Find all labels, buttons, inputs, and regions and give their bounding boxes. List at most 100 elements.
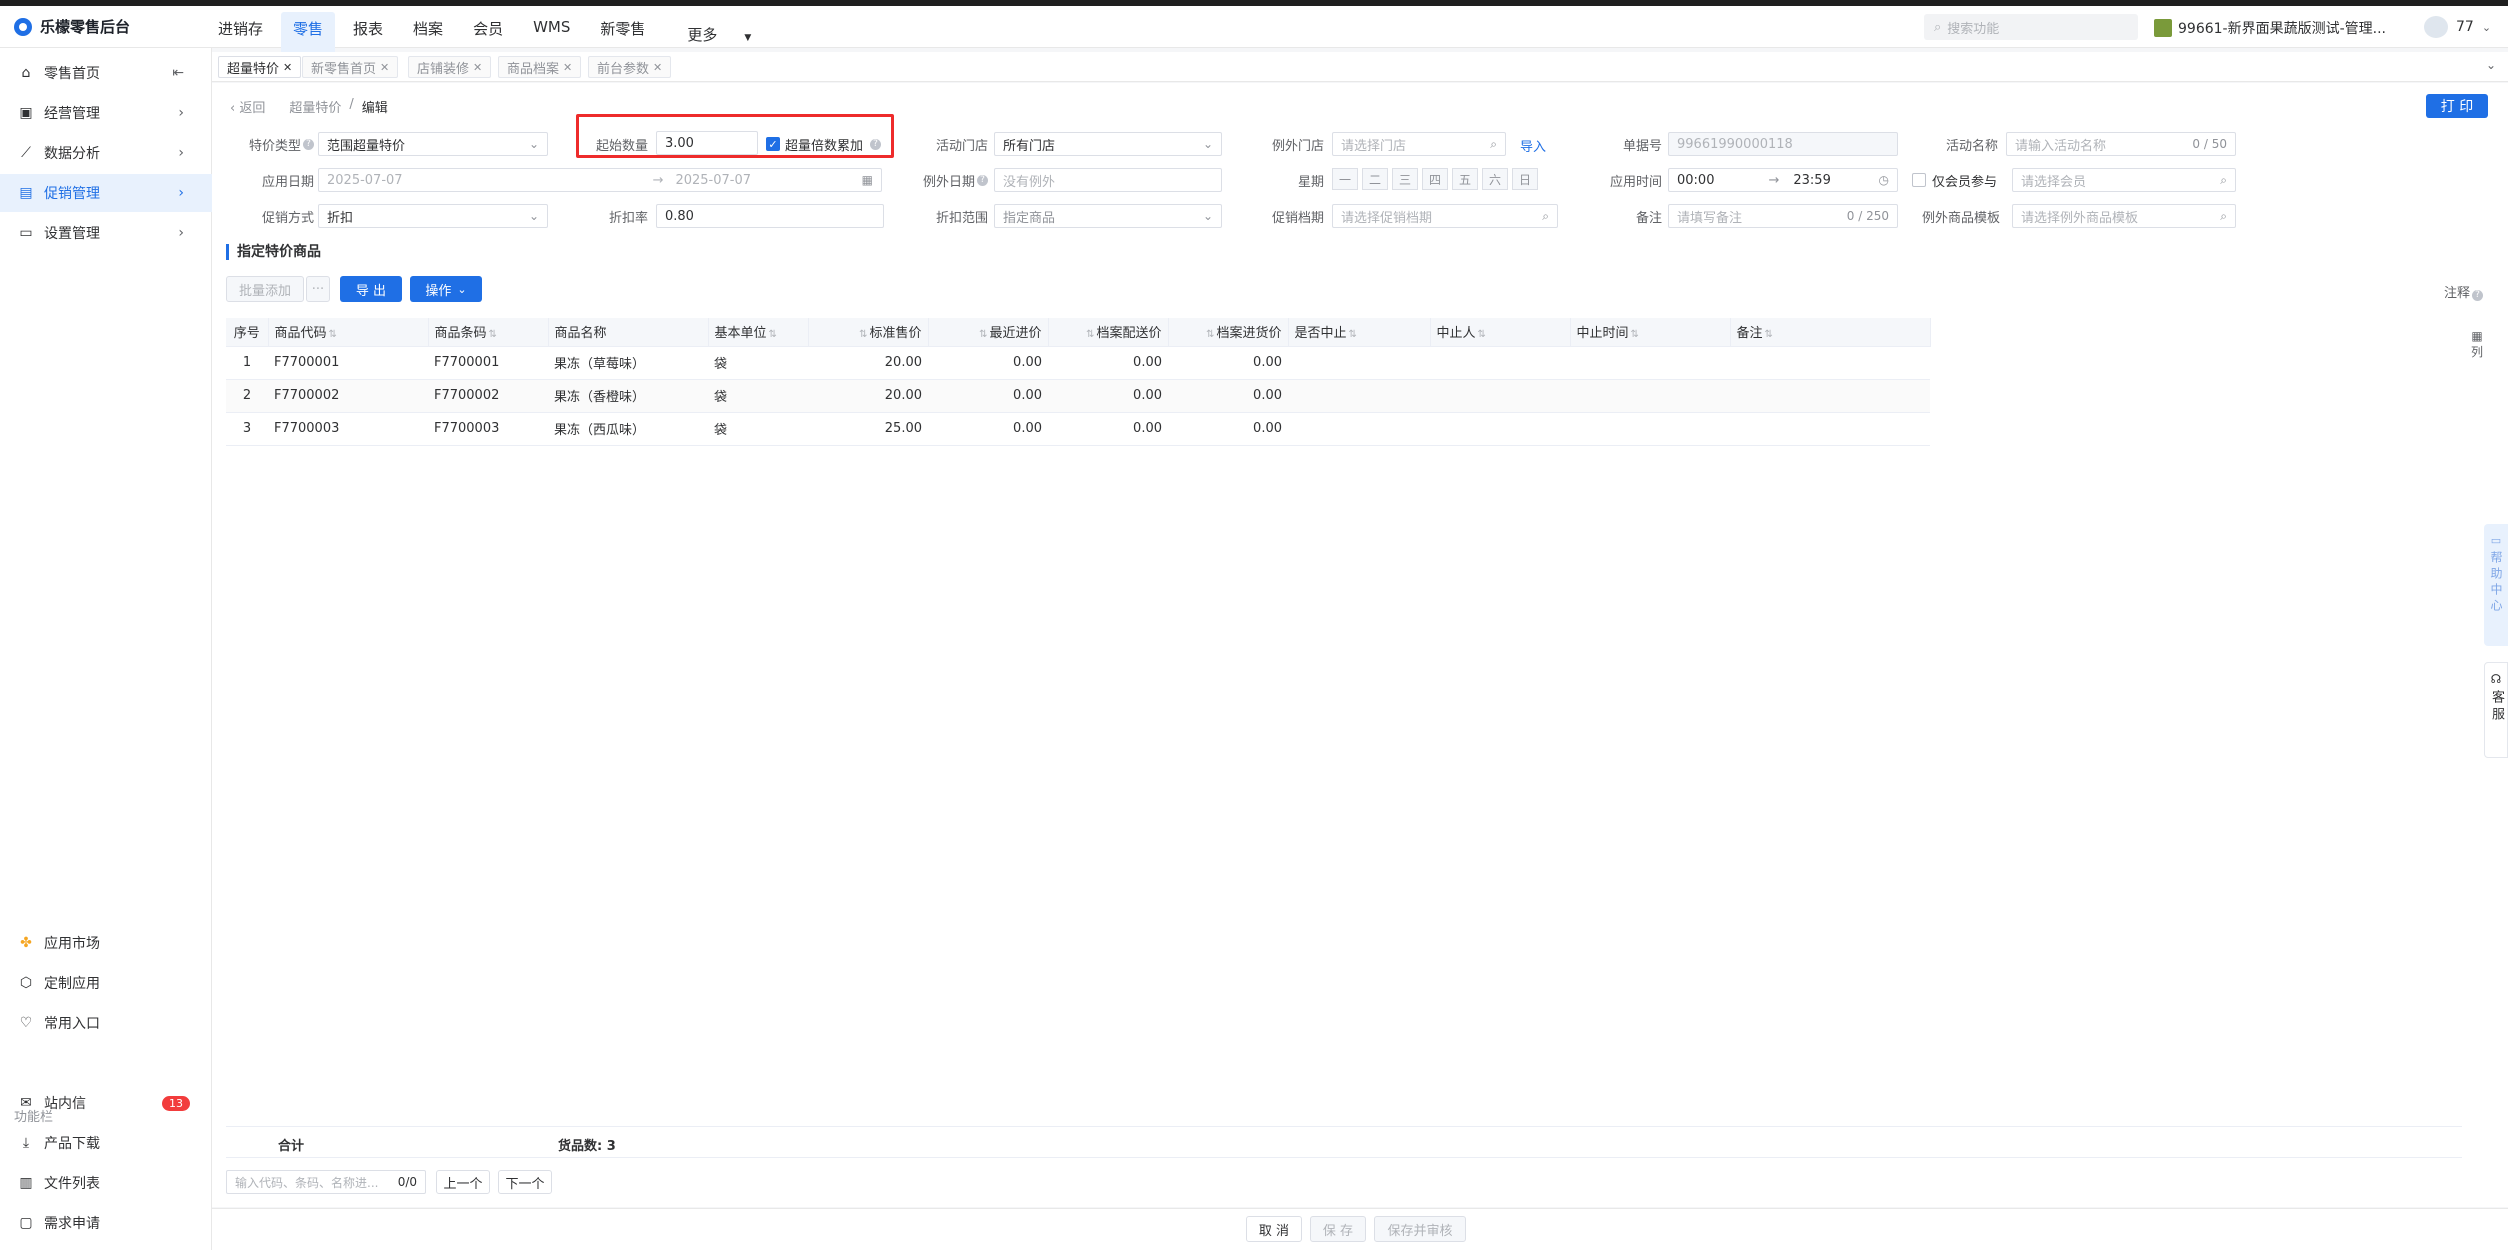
calendar-icon[interactable]: ▦ [862,173,873,187]
search-icon[interactable]: ⌕ [2220,209,2227,224]
print-button[interactable]: 打 印 [2426,94,2488,118]
sidebar-item-app-market[interactable]: ✤ 应用市场 [0,924,212,962]
topnav-item[interactable]: WMS [521,12,582,57]
col-header-unit[interactable]: 基本单位 ⇅ [708,318,809,347]
table-row[interactable]: 2 F7700002 F7700002 果冻（香橙味） 袋 20.00 0.00… [226,379,1930,413]
annotation-toggle[interactable]: 注释? [2444,282,2484,301]
store-selector[interactable]: 99661-新界面果蔬版测试-管理... [2154,18,2386,38]
sort-icon[interactable]: ⇅ [1765,329,1773,340]
tab-new-retail-home[interactable]: 新零售首页 ✕ [302,56,399,78]
col-header-purchase-price[interactable]: ⇅ 档案进货价 [1168,318,1289,347]
breadcrumb-parent[interactable]: 超量特价 [289,97,341,116]
member-only-checkbox[interactable]: 仅会员参与 [1912,168,2006,192]
sort-icon[interactable]: ⇅ [329,329,337,340]
app-brand[interactable]: 乐檬零售后台 [14,16,130,37]
special-type-select[interactable]: 范围超量特价 ⌄ [318,132,548,156]
member-select-input[interactable]: 请选择会员 ⌕ [2012,168,2236,192]
remark-input[interactable]: 请填写备注 0 / 250 [1668,204,1898,228]
search-icon[interactable]: ⌕ [1490,137,1497,152]
weekday-fri[interactable]: 五 [1452,168,1478,190]
sidebar-item-download[interactable]: ⤓ 产品下载 [0,1124,212,1162]
topnav-item[interactable]: 会员 [461,12,515,57]
except-store-input[interactable]: 请选择门店 ⌕ [1332,132,1506,156]
sort-icon[interactable]: ⇅ [1478,329,1486,340]
sidebar-item-promotion[interactable]: ▤ 促销管理 › [0,174,212,212]
table-row[interactable]: 3 F7700003 F7700003 果冻（西瓜味） 袋 25.00 0.00… [226,412,1930,446]
weekday-mon[interactable]: 一 [1332,168,1358,190]
tabs-collapse-icon[interactable]: ⌄ [2486,58,2496,72]
col-header-remark[interactable]: 备注 ⇅ [1730,318,1931,347]
search-icon[interactable]: ⌕ [2220,173,2227,188]
more-button[interactable]: ··· [306,276,330,302]
tab-special-price[interactable]: 超量特价 ✕ [218,56,302,78]
sidebar-item-favorites[interactable]: ♡ 常用入口 [0,1004,212,1042]
topnav-more[interactable]: 更多 ▼ [663,12,775,57]
search-icon[interactable]: ⌕ [1542,209,1549,224]
tab-product-archive[interactable]: 商品档案 ✕ [498,56,582,78]
operate-dropdown-button[interactable]: 操作 ⌄ [410,276,482,302]
save-and-audit-button[interactable]: 保存并审核 [1374,1216,1466,1242]
discount-scope-select[interactable]: 指定商品 ⌄ [994,204,1222,228]
batch-add-button[interactable]: 批量添加 [226,276,304,302]
close-icon[interactable]: ✕ [563,61,572,74]
col-header-code[interactable]: 商品代码 ⇅ [268,318,429,347]
sidebar-item-requests[interactable]: ▢ 需求申请 [0,1204,212,1242]
activity-name-input[interactable]: 请输入活动名称 0 / 50 [2006,132,2236,156]
save-button[interactable]: 保 存 [1310,1216,1366,1242]
promo-method-select[interactable]: 折扣 ⌄ [318,204,548,228]
clock-icon[interactable]: ◷ [1879,173,1889,187]
col-header-suspender[interactable]: 中止人 ⇅ [1430,318,1571,347]
sidebar-item-operations[interactable]: ▣ 经营管理 › [0,94,212,132]
sidebar-item-messages[interactable]: ✉ 站内信 13 [0,1084,212,1122]
except-template-input[interactable]: 请选择例外商品模板 ⌕ [2012,204,2236,228]
col-header-delivery-price[interactable]: ⇅ 档案配送价 [1048,318,1169,347]
sort-icon[interactable]: ⇅ [979,329,987,340]
tab-front-params[interactable]: 前台参数 ✕ [588,56,672,78]
global-search-input[interactable]: ⌕ 搜索功能 [1924,14,2138,40]
table-find-input[interactable]: 输入代码、条码、名称进... 0/0 [226,1170,426,1194]
sidebar-item-analytics[interactable]: ⟋ 数据分析 › [0,134,212,172]
col-header-last-cost[interactable]: ⇅ 最近进价 [928,318,1049,347]
sort-icon[interactable]: ⇅ [1206,329,1214,340]
topnav-item-active[interactable]: 零售 [281,12,336,57]
close-icon[interactable]: ✕ [473,61,482,74]
col-header-suspend-time[interactable]: 中止时间 ⇅ [1570,318,1731,347]
collapse-sidebar-icon[interactable]: ⇤ [172,65,184,81]
apply-date-range[interactable]: 2025-07-07 → 2025-07-07 ▦ [318,168,882,192]
sidebar-item-home[interactable]: ⌂ 零售首页 ⇤ [0,54,212,92]
close-icon[interactable]: ✕ [283,61,292,74]
sort-icon[interactable]: ⇅ [1349,329,1357,340]
sort-icon[interactable]: ⇅ [489,329,497,340]
weekday-thu[interactable]: 四 [1422,168,1448,190]
close-icon[interactable]: ✕ [653,61,662,74]
import-link[interactable]: 导入 [1520,136,1546,155]
close-icon[interactable]: ✕ [380,61,389,74]
col-header-suspended[interactable]: 是否中止 ⇅ [1288,318,1431,347]
find-prev-button[interactable]: 上一个 [436,1170,490,1194]
export-button[interactable]: 导 出 [340,276,402,302]
help-icon[interactable]: ? [303,138,314,150]
cancel-button[interactable]: 取 消 [1246,1216,1302,1242]
topnav-item[interactable]: 报表 [341,12,395,57]
topnav-item[interactable]: 档案 [401,12,455,57]
except-date-input[interactable]: 没有例外 [994,168,1222,192]
help-icon[interactable]: ? [977,174,988,186]
table-row[interactable]: 1 F7700001 F7700001 果冻（草莓味） 袋 20.00 0.00… [226,346,1930,380]
weekday-wed[interactable]: 三 [1392,168,1418,190]
help-center-tab[interactable]: ▭ 帮助中心 [2484,524,2508,646]
sort-icon[interactable]: ⇅ [1631,329,1639,340]
sidebar-item-custom-app[interactable]: ⬡ 定制应用 [0,964,212,1002]
sort-icon[interactable]: ⇅ [859,329,867,340]
weekday-sat[interactable]: 六 [1482,168,1508,190]
sidebar-item-files[interactable]: ▥ 文件列表 [0,1164,212,1202]
find-next-button[interactable]: 下一个 [498,1170,552,1194]
sidebar-item-settings[interactable]: ▭ 设置管理 › [0,214,212,252]
col-header-name[interactable]: 商品名称 [548,318,709,347]
active-store-select[interactable]: 所有门店 ⌄ [994,132,1222,156]
back-link[interactable]: ‹ 返回 [230,97,265,116]
topnav-item[interactable]: 新零售 [588,12,657,57]
customer-service-tab[interactable]: ☊ 客服 [2484,662,2508,758]
apply-time-range[interactable]: 00:00 → 23:59 ◷ [1668,168,1898,192]
tab-store-decoration[interactable]: 店铺装修 ✕ [408,56,492,78]
user-menu[interactable]: 77 ⌄ [2424,16,2491,38]
